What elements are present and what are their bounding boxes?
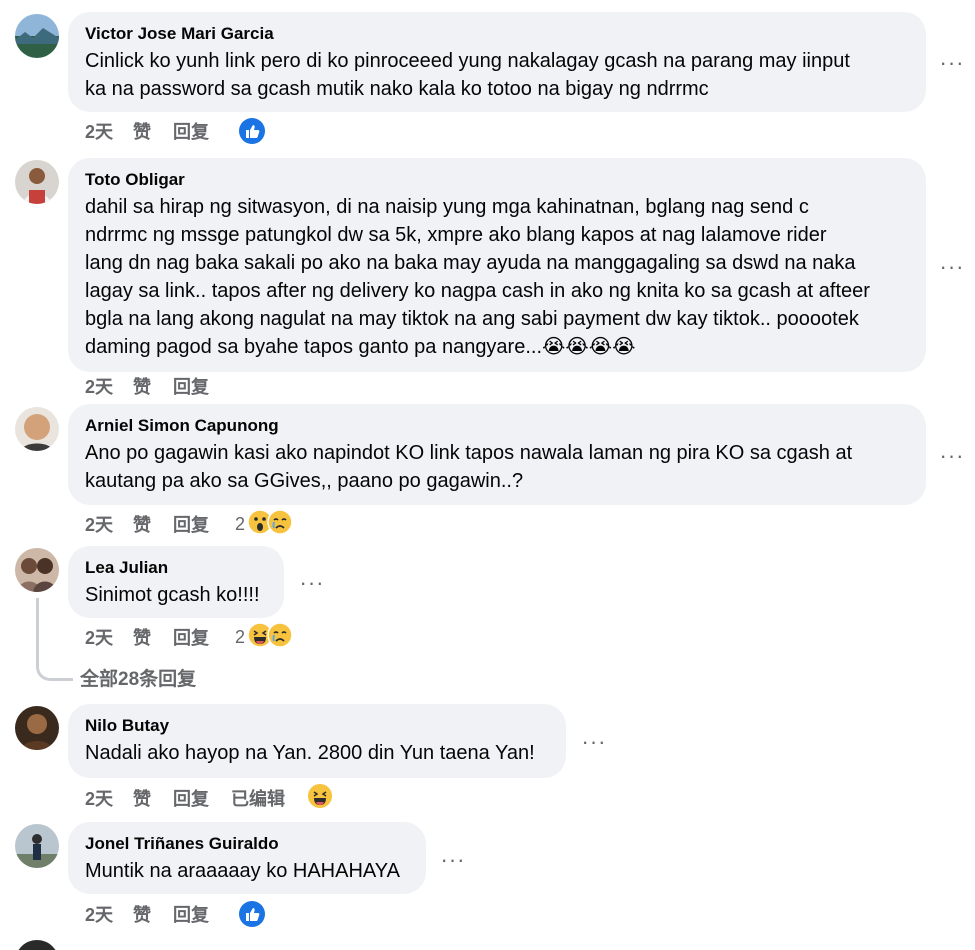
reaction-count: 2 [235,626,246,647]
comment-bubble: Toto Obligar dahil sa hirap ng sitwasyon… [68,158,926,372]
comment-actions: 2天 赞 回复 2 [85,508,293,540]
reply-button[interactable]: 回复 [173,118,209,144]
comment-actions: 2天 赞 回复 2 [85,621,293,653]
comment-author[interactable]: Lea Julian [85,558,266,578]
reply-thread-line [36,598,73,681]
comment-author[interactable]: Nilo Butay [85,716,548,736]
comment-time[interactable]: 2天 [85,624,113,650]
comment-actions: 2天 赞 回复 [85,118,266,144]
avatar[interactable] [15,940,59,950]
comment-time[interactable]: 2天 [85,373,113,399]
comment-time[interactable]: 2天 [85,901,113,927]
like-reaction-icon[interactable] [239,901,266,927]
comment-actions: 2天 赞 回复 已编辑 [85,783,333,814]
avatar[interactable] [15,160,59,204]
comment-actions: 2天 赞 回复 [85,901,266,927]
comment-bubble: Victor Jose Mari Garcia Cinlick ko yunh … [68,12,926,112]
comment-text: Ano po gagawin kasi ako napindot KO link… [85,442,853,492]
comment-text: dahil sa hirap ng sitwasyon, di na naisi… [85,196,870,358]
like-button[interactable]: 赞 [133,373,151,399]
haha-reaction-icon[interactable] [307,783,333,814]
reply-button[interactable]: 回复 [173,624,209,650]
comment-time[interactable]: 2天 [85,118,113,144]
avatar[interactable] [15,706,59,750]
reply-button[interactable]: 回复 [173,901,209,927]
like-button[interactable]: 赞 [133,785,151,811]
comment-text: Muntik na araaaaay ko HAHAHAYA [85,860,400,882]
avatar[interactable] [15,407,59,451]
avatar[interactable] [15,14,59,58]
comment-bubble: Nilo Butay Nadali ako hayop na Yan. 2800… [68,704,566,778]
like-button[interactable]: 赞 [133,118,151,144]
comment-bubble: Lea Julian Sinimot gcash ko!!!! [68,546,284,618]
like-reaction-icon[interactable] [239,118,266,144]
more-options-icon[interactable]: ··· [580,731,608,753]
comment-text: Nadali ako hayop na Yan. 2800 din Yun ta… [85,742,535,764]
crying-reaction-icon [267,508,293,540]
more-options-icon[interactable]: ··· [938,256,966,278]
comment-author[interactable]: Jonel Triñanes Guiraldo [85,834,408,854]
more-options-icon[interactable]: ··· [938,52,966,74]
more-options-icon[interactable]: ··· [439,849,467,871]
comment-bubble: Jonel Triñanes Guiraldo Muntik na araaaa… [68,822,426,894]
comment-time[interactable]: 2天 [85,785,113,811]
reply-button[interactable]: 回复 [173,511,209,537]
avatar[interactable] [15,824,59,868]
like-button[interactable]: 赞 [133,624,151,650]
comment-text: Sinimot gcash ko!!!! [85,584,260,606]
more-options-icon[interactable]: ··· [938,445,966,467]
more-options-icon[interactable]: ··· [298,572,326,594]
comment-text: Cinlick ko yunh link pero di ko pinrocee… [85,50,850,100]
avatar[interactable] [15,548,59,592]
comment-author[interactable]: Arniel Simon Capunong [85,416,908,436]
edited-label[interactable]: 已编辑 [231,785,285,811]
reply-button[interactable]: 回复 [173,785,209,811]
comment-actions: 2天 赞 回复 [85,373,231,399]
reaction-count: 2 [235,513,246,534]
comment-author[interactable]: Toto Obligar [85,170,908,190]
reaction-summary[interactable]: 2 [235,621,293,653]
view-all-replies-link[interactable]: 全部28条回复 [80,664,196,691]
reply-button[interactable]: 回复 [173,373,209,399]
reaction-summary[interactable]: 2 [235,508,293,540]
like-button[interactable]: 赞 [133,901,151,927]
crying-reaction-icon [267,621,293,653]
comment-author[interactable]: Victor Jose Mari Garcia [85,24,908,44]
comment-bubble: Arniel Simon Capunong Ano po gagawin kas… [68,404,926,505]
comment-time[interactable]: 2天 [85,511,113,537]
like-button[interactable]: 赞 [133,511,151,537]
